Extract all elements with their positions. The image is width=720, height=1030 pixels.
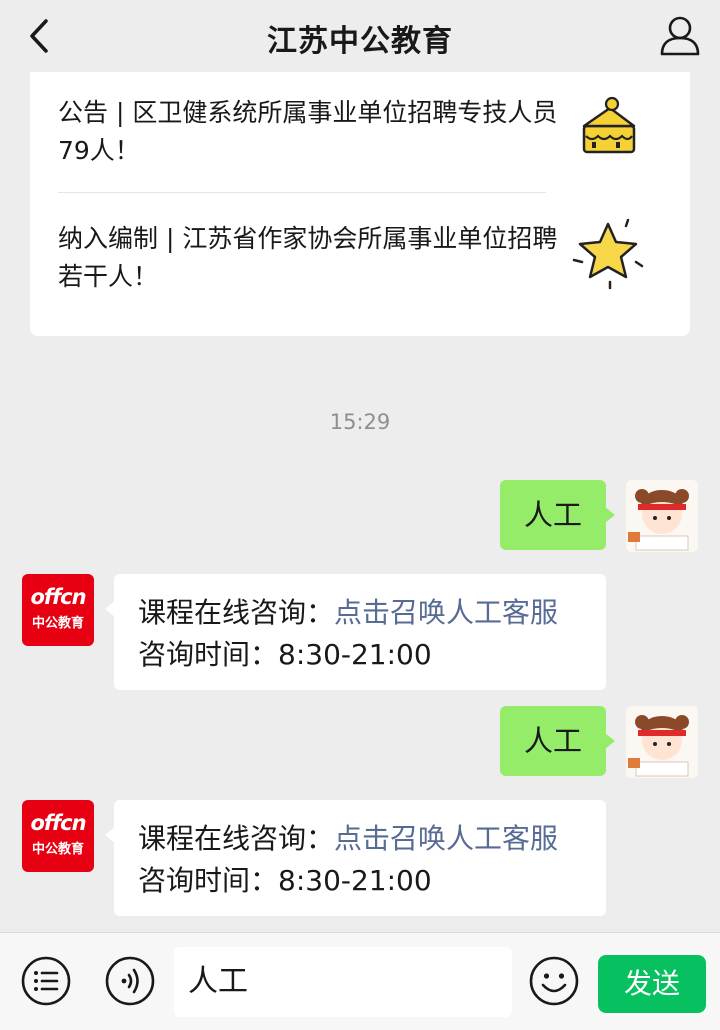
news-title: 公告 | 区卫健系统所属事业单位招聘专技人员79人！ (58, 98, 558, 165)
input-bar: 人工 发送 (0, 932, 720, 1030)
star-icon (572, 218, 644, 290)
news-divider (58, 192, 546, 193)
message-text: 人工 (523, 498, 582, 532)
consult-prefix: 课程在线咨询： (138, 822, 335, 855)
message-text: 人工 (523, 724, 582, 758)
voice-button[interactable] (104, 955, 156, 1007)
brand-name-text: 中公教育 (31, 616, 84, 631)
person-icon (660, 16, 700, 56)
chat-title: 江苏中公教育 (267, 24, 453, 59)
voice-icon (105, 956, 155, 1006)
incoming-message: 课程在线咨询：点击召唤人工客服 咨询时间：8:30-21:00 (105, 800, 606, 916)
cake-icon (582, 96, 636, 154)
consult-prefix: 课程在线咨询： (138, 596, 335, 629)
cartoon-girl-icon (626, 706, 698, 778)
message-timestamp: 15:29 (329, 410, 391, 434)
chat-header: 江苏中公教育 (0, 0, 720, 72)
consult-hours: 咨询时间：8:30-21:00 (138, 638, 432, 671)
summon-agent-link[interactable]: 点击召唤人工客服 (334, 596, 558, 629)
brand-logo-text: offcn (30, 811, 86, 835)
cartoon-girl-icon (626, 480, 698, 552)
consult-line: 课程在线咨询：点击召唤人工客服 (138, 592, 584, 634)
menu-button[interactable] (20, 955, 72, 1007)
summon-agent-link[interactable]: 点击召唤人工客服 (334, 822, 558, 855)
consult-hours: 咨询时间：8:30-21:00 (138, 864, 432, 897)
brand-avatar[interactable]: offcn 中公教育 (22, 574, 94, 646)
news-item[interactable]: 纳入编制 | 江苏省作家协会所属事业单位招聘若干人！ (30, 194, 690, 304)
brand-logo-text: offcn (30, 585, 86, 609)
emoji-button[interactable] (528, 955, 580, 1007)
user-avatar[interactable] (626, 480, 698, 552)
list-menu-icon (21, 956, 71, 1006)
brand-avatar[interactable]: offcn 中公教育 (22, 800, 94, 872)
outgoing-message[interactable]: 人工 (499, 480, 616, 550)
brand-name-text: 中公教育 (31, 842, 84, 857)
smiley-icon (529, 956, 579, 1006)
news-item[interactable]: 公告 | 区卫健系统所属事业单位招聘专技人员79人！ (30, 72, 690, 193)
outgoing-message[interactable]: 人工 (499, 706, 616, 776)
message-input[interactable]: 人工 (174, 947, 512, 1017)
consult-line: 课程在线咨询：点击召唤人工客服 (138, 818, 584, 860)
news-title: 纳入编制 | 江苏省作家协会所属事业单位招聘若干人！ (58, 224, 558, 291)
user-avatar[interactable] (626, 706, 698, 778)
incoming-message: 课程在线咨询：点击召唤人工客服 咨询时间：8:30-21:00 (105, 574, 606, 690)
profile-button[interactable] (658, 14, 702, 58)
news-card: 公告 | 区卫健系统所属事业单位招聘专技人员79人！ 纳入编制 | 江苏省作家协… (30, 72, 690, 336)
send-button[interactable]: 发送 (598, 955, 706, 1013)
